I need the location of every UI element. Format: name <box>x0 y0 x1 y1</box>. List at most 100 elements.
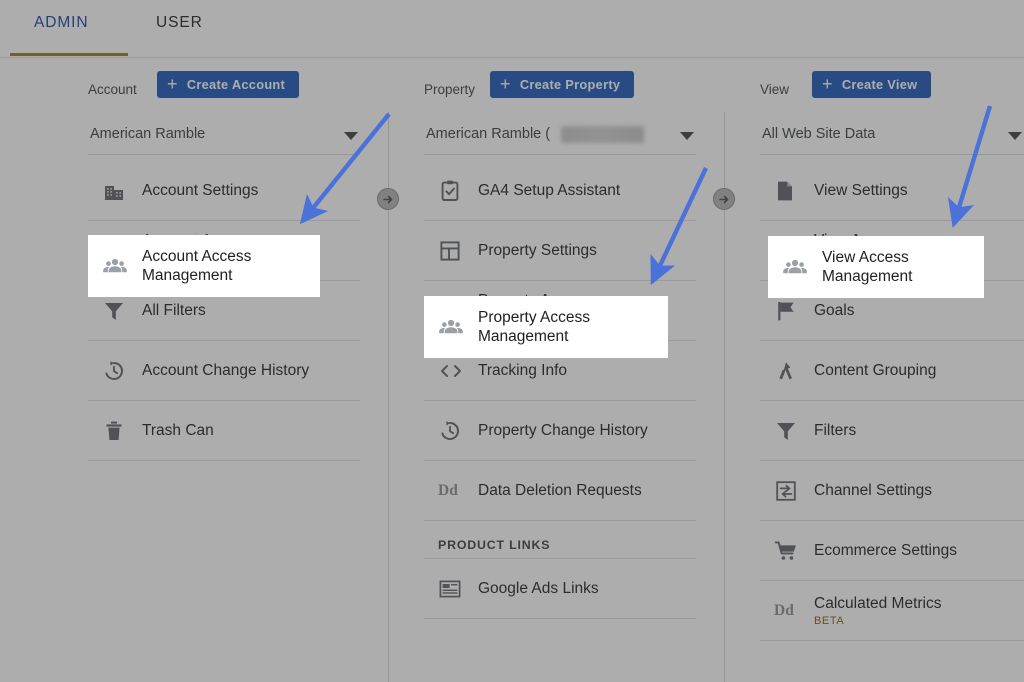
funnel-icon <box>768 419 814 443</box>
next-column-arrow-icon-1[interactable] <box>377 188 399 210</box>
menu-item-label: Tracking Info <box>478 361 567 380</box>
funnel-icon <box>96 299 142 323</box>
menu-item-label: Channel Settings <box>814 481 932 500</box>
arrow-right-glyph <box>718 193 731 206</box>
channel-settings-icon <box>768 479 814 503</box>
menu-item-label: Data Deletion Requests <box>478 481 642 500</box>
layout-panel-icon <box>432 239 478 263</box>
menu-item-google-ads-links[interactable]: Google Ads Links <box>424 559 696 619</box>
top-tab-bar: ADMIN USER <box>0 0 1024 57</box>
menu-item-label: Trash Can <box>142 421 214 440</box>
account-label: Account <box>88 82 137 97</box>
redacted-property-id <box>561 126 644 143</box>
view-column-header: View + Create View <box>760 70 1024 114</box>
menu-item-label: Filters <box>814 421 856 440</box>
menu-item-property-settings[interactable]: Property Settings <box>424 221 696 281</box>
history-clock-icon <box>432 419 478 443</box>
menu-item-label: All Filters <box>142 301 206 320</box>
menu-item-data-deletion-requests[interactable]: Dd Data Deletion Requests <box>424 461 696 521</box>
account-selector[interactable]: American Ramble <box>88 118 360 155</box>
menu-item-filters[interactable]: Filters <box>760 401 1024 461</box>
create-view-label: Create View <box>842 77 918 92</box>
active-tab-underline <box>10 53 128 56</box>
menu-item-property-change-history[interactable]: Property Change History <box>424 401 696 461</box>
menu-item-label: View Settings <box>814 181 908 200</box>
account-column: Account + Create Account American Ramble <box>88 70 360 682</box>
view-label: View <box>760 82 789 97</box>
people-group-icon <box>432 314 478 340</box>
property-selector-value: American Ramble ( <box>426 126 550 142</box>
clipboard-check-icon <box>432 179 478 203</box>
plus-icon: + <box>822 75 833 93</box>
menu-item-label: Account Settings <box>142 181 258 200</box>
menu-item-label: Property Settings <box>478 241 597 260</box>
chevron-down-icon <box>1008 132 1022 140</box>
menu-item-label: Content Grouping <box>814 361 936 380</box>
property-label: Property <box>424 82 475 97</box>
menu-item-channel-settings[interactable]: Channel Settings <box>760 461 1024 521</box>
code-brackets-icon <box>432 359 478 383</box>
account-selector-value: American Ramble <box>90 126 205 142</box>
property-column-header: Property + Create Property <box>424 70 696 114</box>
create-account-label: Create Account <box>187 77 285 92</box>
create-view-button[interactable]: + Create View <box>812 71 931 98</box>
people-group-icon <box>96 253 142 279</box>
tab-admin[interactable]: ADMIN <box>34 14 88 32</box>
content-grouping-icon <box>768 359 814 383</box>
building-icon <box>96 179 142 203</box>
property-column: Property + Create Property American Ramb… <box>424 70 696 682</box>
menu-item-label: GA4 Setup Assistant <box>478 181 620 200</box>
flag-icon <box>768 299 814 323</box>
chevron-down-icon <box>344 132 358 140</box>
trash-icon <box>96 419 142 443</box>
menu-item-view-settings[interactable]: View Settings <box>760 161 1024 221</box>
menu-item-label: Ecommerce Settings <box>814 541 957 560</box>
account-column-header: Account + Create Account <box>88 70 360 114</box>
menu-item-account-settings[interactable]: Account Settings <box>88 161 360 221</box>
highlight-account-access-management[interactable]: Account Access Management <box>88 235 320 297</box>
menu-item-calculated-metrics[interactable]: Dd Calculated Metrics BETA <box>760 581 1024 641</box>
property-menu: GA4 Setup Assistant Property Settings <box>424 161 696 619</box>
ads-card-icon <box>432 578 478 600</box>
create-property-button[interactable]: + Create Property <box>490 71 634 98</box>
tab-user[interactable]: USER <box>156 14 203 32</box>
tab-bar-divider <box>0 57 1024 58</box>
menu-item-label: Google Ads Links <box>478 579 599 598</box>
document-icon <box>768 179 814 203</box>
view-menu: View Settings View Access Management <box>760 161 1024 641</box>
create-account-button[interactable]: + Create Account <box>157 71 299 98</box>
menu-item-label: Account Change History <box>142 361 309 380</box>
beta-badge: BETA <box>814 615 942 627</box>
history-clock-icon <box>96 359 142 383</box>
property-selector[interactable]: American Ramble ( <box>424 118 696 155</box>
menu-item-label: View Access Management <box>822 248 984 287</box>
menu-item-text-block: Calculated Metrics BETA <box>814 594 942 627</box>
people-group-icon <box>776 254 822 280</box>
view-selector[interactable]: All Web Site Data <box>760 118 1024 155</box>
account-menu: Account Settings Account Access Manageme… <box>88 161 360 461</box>
view-column: View + Create View All Web Site Data Vie… <box>760 70 1024 682</box>
highlight-view-access-management[interactable]: View Access Management <box>768 236 984 298</box>
arrow-right-glyph <box>382 193 395 206</box>
chevron-down-icon <box>680 132 694 140</box>
shopping-cart-icon <box>768 539 814 563</box>
dd-icon: Dd <box>768 602 814 620</box>
view-selector-value: All Web Site Data <box>762 126 875 142</box>
menu-item-label: Account Access Management <box>142 247 317 286</box>
plus-icon: + <box>500 75 511 93</box>
next-column-arrow-icon-2[interactable] <box>713 188 735 210</box>
menu-item-trash-can[interactable]: Trash Can <box>88 401 360 461</box>
menu-item-label: Property Access Management <box>478 308 653 347</box>
highlight-property-access-management[interactable]: Property Access Management <box>424 296 668 358</box>
plus-icon: + <box>167 75 178 93</box>
menu-item-label: Goals <box>814 301 855 320</box>
menu-item-ga4-setup-assistant[interactable]: GA4 Setup Assistant <box>424 161 696 221</box>
menu-item-label: Property Change History <box>478 421 648 440</box>
product-links-section-heading: PRODUCT LINKS <box>424 521 696 559</box>
dd-icon: Dd <box>432 482 478 500</box>
create-property-label: Create Property <box>520 77 621 92</box>
menu-item-account-change-history[interactable]: Account Change History <box>88 341 360 401</box>
menu-item-ecommerce-settings[interactable]: Ecommerce Settings <box>760 521 1024 581</box>
menu-item-label: Calculated Metrics <box>814 594 942 613</box>
menu-item-content-grouping[interactable]: Content Grouping <box>760 341 1024 401</box>
